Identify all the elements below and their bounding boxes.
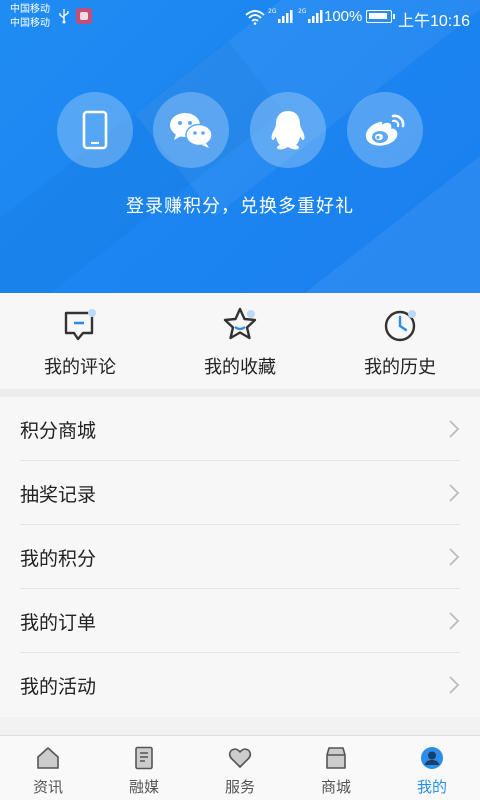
qq-icon xyxy=(271,111,305,150)
weibo-login-button[interactable] xyxy=(347,92,423,168)
chevron-right-icon xyxy=(449,612,460,630)
menu-item-my-activities[interactable]: 我的活动 xyxy=(0,653,480,717)
menu-item-my-orders[interactable]: 我的订单 xyxy=(0,589,480,653)
section-divider xyxy=(0,389,480,397)
usb-icon xyxy=(59,9,69,24)
tab-mall[interactable]: 商城 xyxy=(288,736,384,800)
profile-icon xyxy=(421,747,443,769)
tab-mine[interactable]: 我的 xyxy=(384,736,480,800)
signal-icon: 2G xyxy=(268,8,293,23)
menu-item-label: 我的积分 xyxy=(20,548,97,570)
login-options xyxy=(0,92,480,168)
carrier-info: 中国移动 中国移动 xyxy=(10,3,50,31)
status-bar: 中国移动 中国移动 2G 2G 100% 上午10:16 xyxy=(0,0,480,34)
battery-icon xyxy=(366,10,395,23)
phone-login-button[interactable] xyxy=(57,92,133,168)
menu-item-label: 积分商城 xyxy=(20,420,97,442)
chevron-right-icon xyxy=(449,548,460,566)
tab-label: 服务 xyxy=(224,778,255,796)
battery-percentage: 100% xyxy=(324,8,363,25)
tab-label: 我的 xyxy=(416,778,447,796)
shop-icon xyxy=(326,747,346,769)
shortcut-label: 我的评论 xyxy=(44,357,116,378)
menu-list: 积分商城 抽奖记录 我的积分 我的订单 我的活动 xyxy=(0,397,480,717)
menu-item-label: 抽奖记录 xyxy=(20,484,97,506)
status-clock: 上午10:16 xyxy=(398,13,471,30)
wechat-icon xyxy=(170,113,213,148)
document-icon xyxy=(135,746,153,770)
tab-label: 商城 xyxy=(320,778,351,796)
shortcut-my-comments[interactable]: 我的评论 xyxy=(0,293,160,389)
tab-media[interactable]: 融媒 xyxy=(96,736,192,800)
menu-item-label: 我的订单 xyxy=(20,612,97,634)
wifi-icon xyxy=(245,10,265,25)
network-type-2: 2G xyxy=(298,8,307,15)
comment-icon xyxy=(64,309,96,341)
chevron-right-icon xyxy=(449,676,460,694)
wechat-login-button[interactable] xyxy=(153,92,229,168)
chevron-right-icon xyxy=(449,484,460,502)
menu-item-points-mall[interactable]: 积分商城 xyxy=(0,397,480,461)
clock-icon xyxy=(384,310,416,342)
signal-icon: 2G xyxy=(298,8,323,23)
tab-label: 融媒 xyxy=(128,778,159,796)
login-tip[interactable]: 登录赚积分，兑换多重好礼 xyxy=(0,192,480,218)
qq-login-button[interactable] xyxy=(250,92,326,168)
heart-icon xyxy=(228,748,252,768)
shortcut-my-history[interactable]: 我的历史 xyxy=(320,293,480,389)
carrier-1: 中国移动 xyxy=(10,4,50,15)
home-icon xyxy=(37,747,59,769)
phone-icon xyxy=(82,110,108,150)
tab-news[interactable]: 资讯 xyxy=(0,736,96,800)
weibo-icon xyxy=(365,114,405,146)
login-header: 中国移动 中国移动 2G 2G 100% 上午10:16 登录赚积分，兑换多重好… xyxy=(0,0,480,293)
app-notification-icon xyxy=(76,8,92,24)
chevron-right-icon xyxy=(449,420,460,438)
shortcut-label: 我的历史 xyxy=(364,357,436,378)
shortcut-my-favorites[interactable]: 我的收藏 xyxy=(160,293,320,389)
shortcut-label: 我的收藏 xyxy=(204,357,276,378)
carrier-2: 中国移动 xyxy=(10,18,50,29)
star-icon xyxy=(223,307,257,340)
tab-services[interactable]: 服务 xyxy=(192,736,288,800)
tab-label: 资讯 xyxy=(32,778,63,796)
bottom-tab-bar: 资讯 融媒 服务 商城 我的 xyxy=(0,735,480,800)
menu-item-my-points[interactable]: 我的积分 xyxy=(0,525,480,589)
menu-item-label: 我的活动 xyxy=(20,676,97,698)
shortcut-bar: 我的评论 我的收藏 我的历史 xyxy=(0,293,480,389)
menu-item-lottery-records[interactable]: 抽奖记录 xyxy=(0,461,480,525)
network-type-1: 2G xyxy=(268,8,277,15)
